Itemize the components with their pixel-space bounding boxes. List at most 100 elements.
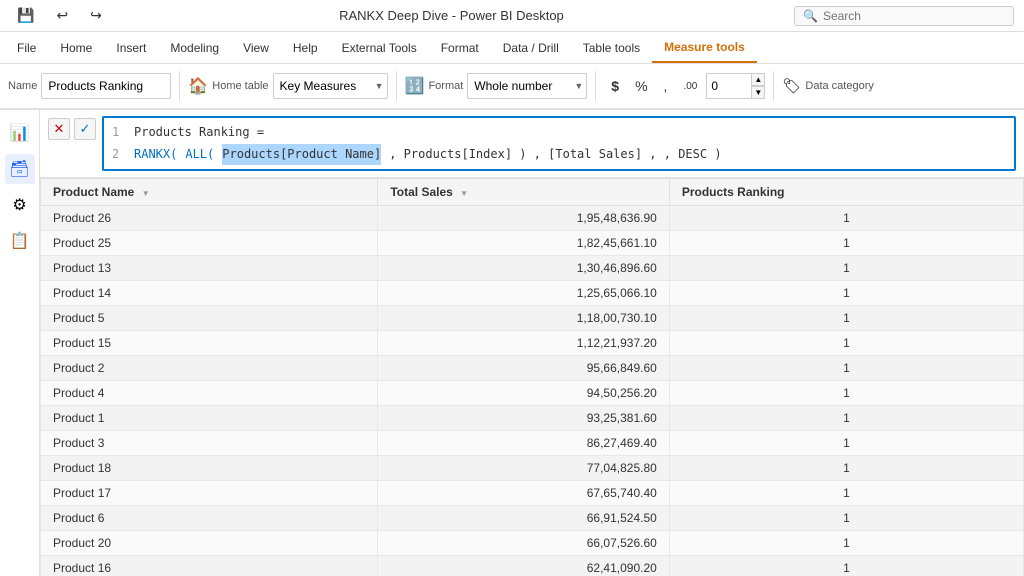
format-group: 🔢 Format Whole number Decimal number Per…: [405, 73, 588, 99]
cell-rank: 1: [669, 206, 1023, 231]
cell-rank: 1: [669, 306, 1023, 331]
menu-insert[interactable]: Insert: [104, 32, 158, 63]
formula-code[interactable]: 1 Products Ranking = 2 RANKX( ALL( Produ…: [102, 116, 1016, 171]
table-row: Product 3 86,27,469.40 1: [41, 431, 1024, 456]
cell-total-sales: 67,65,740.40: [378, 481, 669, 506]
col-header-product-name[interactable]: Product Name ▼: [41, 179, 378, 206]
format-icon: 🔢: [405, 76, 425, 96]
decimal-value-input[interactable]: [706, 73, 751, 99]
cell-total-sales: 1,12,21,937.20: [378, 331, 669, 356]
formula-cancel-button[interactable]: ✕: [48, 118, 70, 140]
cell-product-name: Product 6: [41, 506, 378, 531]
cell-rank: 1: [669, 431, 1023, 456]
sep4: [773, 71, 774, 101]
app-body: 📊 🗃 ⚙ 📋 ✕ ✓ 1 Products Ranking = 2 RANKX…: [0, 110, 1024, 576]
line-num-2: 2: [112, 144, 126, 166]
code-param: Products[Product Name]: [222, 144, 381, 166]
cell-rank: 1: [669, 506, 1023, 531]
col-header-total-sales[interactable]: Total Sales ▼: [378, 179, 669, 206]
cell-rank: 1: [669, 281, 1023, 306]
format-dropdown[interactable]: Whole number Decimal number Percentage C…: [467, 73, 587, 99]
sidebar-icon-dax[interactable]: 📋: [5, 226, 35, 256]
data-category-group: 🏷 Data category: [782, 77, 874, 95]
cell-rank: 1: [669, 481, 1023, 506]
sidebar-icon-data[interactable]: 🗃: [5, 154, 35, 184]
code-line-1: 1 Products Ranking =: [112, 122, 1006, 144]
sidebar: 📊 🗃 ⚙ 📋: [0, 110, 40, 576]
spinbox-up-button[interactable]: ▲: [751, 73, 765, 86]
table-row: Product 17 67,65,740.40 1: [41, 481, 1024, 506]
cell-total-sales: 95,66,849.60: [378, 356, 669, 381]
code-line-2: 2 RANKX( ALL( Products[Product Name] , P…: [112, 144, 1006, 166]
sidebar-icon-report[interactable]: 📊: [5, 118, 35, 148]
cell-product-name: Product 13: [41, 256, 378, 281]
code-rankx: RANKX(: [134, 144, 177, 166]
home-table-label: Home table: [212, 80, 268, 92]
format-label: Format: [428, 80, 463, 92]
menu-modeling[interactable]: Modeling: [158, 32, 231, 63]
menu-format[interactable]: Format: [429, 32, 491, 63]
cell-total-sales: 93,25,381.60: [378, 406, 669, 431]
spinbox-arrows: ▲ ▼: [751, 73, 765, 99]
redo-button[interactable]: ↪: [83, 3, 109, 28]
cell-rank: 1: [669, 356, 1023, 381]
menu-table-tools[interactable]: Table tools: [571, 32, 652, 63]
decimal-more-button[interactable]: .00: [676, 77, 704, 96]
cell-total-sales: 77,04,825.80: [378, 456, 669, 481]
table-row: Product 20 66,07,526.60 1: [41, 531, 1024, 556]
cell-rank: 1: [669, 556, 1023, 576]
table-row: Product 15 1,12,21,937.20 1: [41, 331, 1024, 356]
cell-product-name: Product 16: [41, 556, 378, 576]
cell-total-sales: 66,91,524.50: [378, 506, 669, 531]
data-table: Product Name ▼ Total Sales ▼ Products Ra…: [40, 178, 1024, 576]
cell-total-sales: 62,41,090.20: [378, 556, 669, 576]
table-wrapper[interactable]: Product Name ▼ Total Sales ▼ Products Ra…: [40, 178, 1024, 576]
title-bar: 💾 ↩ ↪ RANKX Deep Dive - Power BI Desktop…: [0, 0, 1024, 32]
col-header-products-ranking: Products Ranking: [669, 179, 1023, 206]
menu-home[interactable]: Home: [48, 32, 104, 63]
decimal-spinbox: ▲ ▼: [706, 73, 765, 99]
menu-measure-tools[interactable]: Measure tools: [652, 32, 757, 63]
sidebar-icon-model[interactable]: ⚙: [5, 190, 35, 220]
home-icon: 🏠: [188, 76, 208, 96]
percent-button[interactable]: %: [628, 74, 654, 98]
cell-rank: 1: [669, 456, 1023, 481]
home-table-group: 🏠 Home table Key Measures ▼: [188, 73, 387, 99]
comma-button[interactable]: ,: [657, 74, 675, 98]
data-area: Product Name ▼ Total Sales ▼ Products Ra…: [40, 178, 1024, 576]
sort-icon-product: ▼: [142, 189, 150, 198]
save-button[interactable]: 💾: [10, 3, 41, 28]
menu-file[interactable]: File: [5, 32, 48, 63]
search-box[interactable]: 🔍: [794, 6, 1014, 26]
spinbox-down-button[interactable]: ▼: [751, 86, 765, 99]
menu-external-tools[interactable]: External Tools: [330, 32, 429, 63]
table-row: Product 13 1,30,46,896.60 1: [41, 256, 1024, 281]
menu-data-drill[interactable]: Data / Drill: [491, 32, 571, 63]
table-row: Product 26 1,95,48,636.90 1: [41, 206, 1024, 231]
measure-name-input[interactable]: [41, 73, 171, 99]
cell-total-sales: 66,07,526.60: [378, 531, 669, 556]
cell-rank: 1: [669, 231, 1023, 256]
menu-view[interactable]: View: [231, 32, 281, 63]
menu-help[interactable]: Help: [281, 32, 330, 63]
formula-actions: ✕ ✓: [48, 116, 96, 140]
cell-total-sales: 1,18,00,730.10: [378, 306, 669, 331]
title-area: RANKX Deep Dive - Power BI Desktop: [109, 8, 794, 23]
formula-confirm-button[interactable]: ✓: [74, 118, 96, 140]
table-row: Product 18 77,04,825.80 1: [41, 456, 1024, 481]
home-table-dropdown[interactable]: Key Measures: [273, 73, 388, 99]
currency-button[interactable]: $: [604, 74, 626, 98]
name-group: Name: [8, 73, 171, 99]
table-header: Product Name ▼ Total Sales ▼ Products Ra…: [41, 179, 1024, 206]
sep2: [396, 71, 397, 101]
search-input[interactable]: [823, 9, 973, 23]
table-row: Product 5 1,18,00,730.10 1: [41, 306, 1024, 331]
cell-product-name: Product 2: [41, 356, 378, 381]
main-content: ✕ ✓ 1 Products Ranking = 2 RANKX( ALL( P…: [40, 110, 1024, 576]
cell-product-name: Product 17: [41, 481, 378, 506]
cell-rank: 1: [669, 331, 1023, 356]
cell-total-sales: 1,95,48,636.90: [378, 206, 669, 231]
cell-product-name: Product 5: [41, 306, 378, 331]
menu-bar: File Home Insert Modeling View Help Exte…: [0, 32, 1024, 64]
undo-button[interactable]: ↩: [49, 3, 75, 28]
